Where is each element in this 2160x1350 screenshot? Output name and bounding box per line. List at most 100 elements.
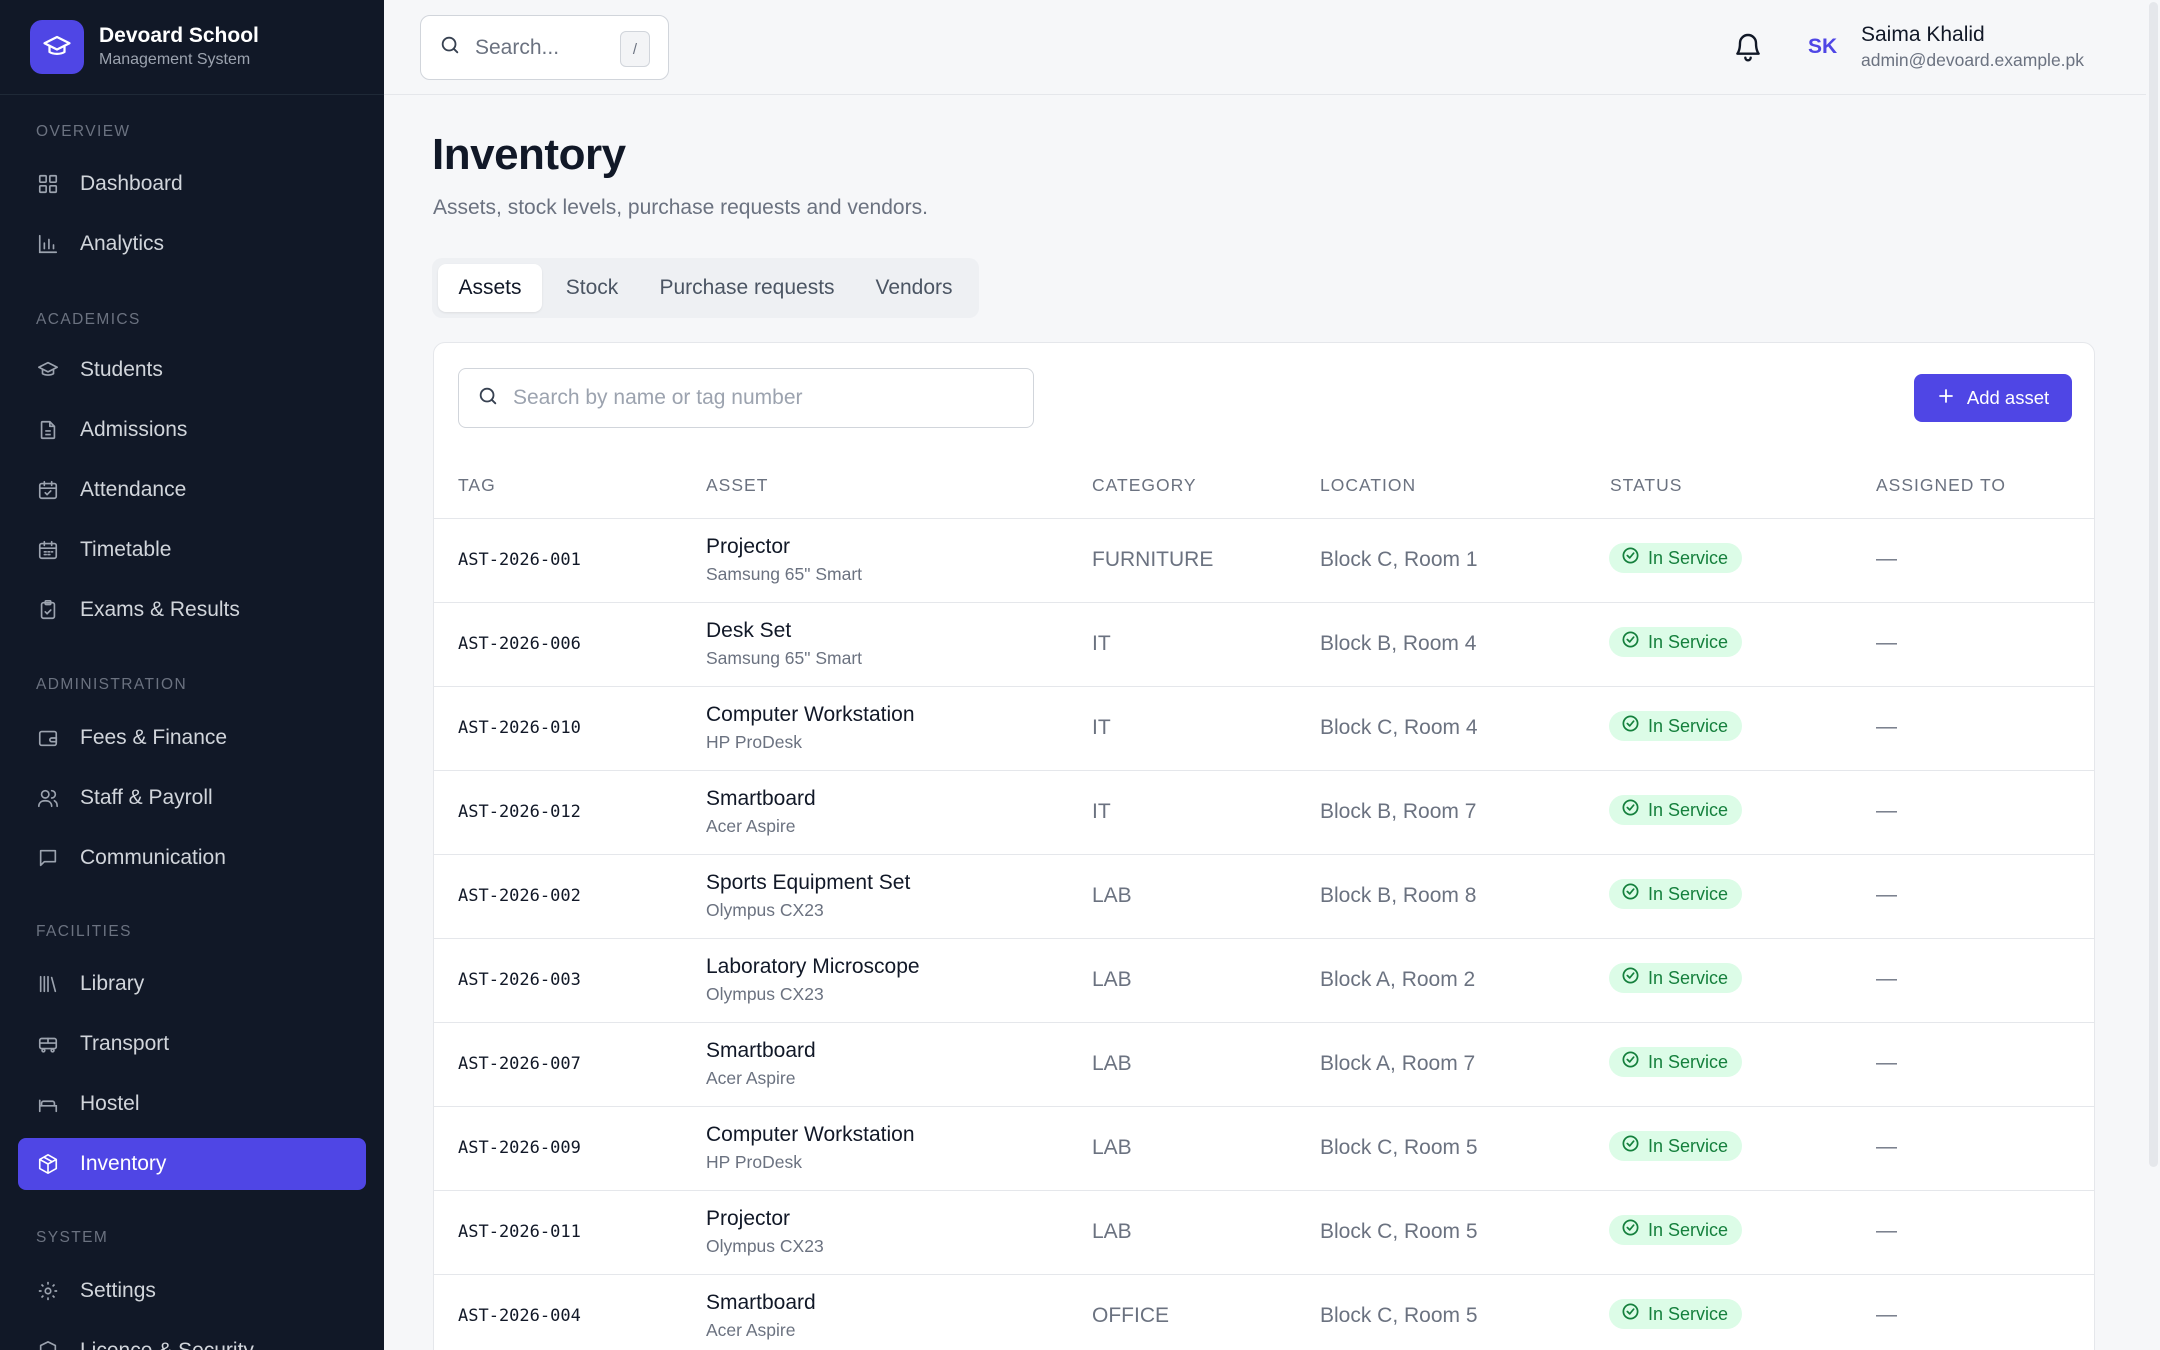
global-search-placeholder: Search... xyxy=(475,35,560,59)
status-label: In Service xyxy=(1648,1051,1729,1072)
sidebar-item-inventory[interactable]: Inventory xyxy=(18,1138,366,1190)
status-badge: In Service xyxy=(1609,543,1743,573)
column-header-assigned-to[interactable]: ASSIGNED TO xyxy=(1876,475,2006,496)
search-icon xyxy=(439,34,461,61)
table-row[interactable]: AST-2026-001 Projector Samsung 65" Smart FU… xyxy=(434,519,2094,603)
table-row[interactable]: AST-2026-002 Sports Equipment Set Olympus … xyxy=(434,855,2094,939)
column-header-location[interactable]: LOCATION xyxy=(1320,475,1416,496)
topbar: Search... / SK Saima Khalid admin@devoar… xyxy=(384,0,2160,95)
table-row[interactable]: AST-2026-006 Desk Set Samsung 65" Smart IT B… xyxy=(434,603,2094,687)
sidebar-item-students[interactable]: Students xyxy=(18,344,366,396)
table-row[interactable]: AST-2026-004 Smartboard Acer Aspire OFFICE B… xyxy=(434,1275,2094,1350)
assigned-to: — xyxy=(1876,1135,1897,1158)
assigned-to: — xyxy=(1876,547,1897,570)
sidebar-item-label: Staff & Payroll xyxy=(80,786,213,809)
tab-purchase-requests[interactable]: Purchase requests xyxy=(642,264,852,312)
sidebar-item-library[interactable]: Library xyxy=(18,958,366,1010)
status-badge: In Service xyxy=(1609,711,1743,741)
asset-location: Block B, Room 7 xyxy=(1320,800,1477,823)
sidebar-item-analytics[interactable]: Analytics xyxy=(18,218,366,270)
asset-location: Block C, Room 5 xyxy=(1320,1304,1478,1327)
sidebar-item-communication[interactable]: Communication xyxy=(18,832,366,884)
asset-model: Acer Aspire xyxy=(706,816,796,836)
check-circle-icon xyxy=(1621,546,1648,570)
global-search-input[interactable]: Search... / xyxy=(420,15,669,80)
column-header-status[interactable]: STATUS xyxy=(1610,475,1682,496)
asset-location: Block A, Room 7 xyxy=(1320,1052,1476,1075)
user-email: admin@devoard.example.pk xyxy=(1861,50,2085,70)
sidebar-item-admissions[interactable]: Admissions xyxy=(18,404,366,456)
asset-category: IT xyxy=(1092,632,1111,655)
column-header-tag[interactable]: TAG xyxy=(458,475,496,496)
asset-location: Block C, Room 5 xyxy=(1320,1220,1478,1243)
sidebar-item-hostel[interactable]: Hostel xyxy=(18,1078,366,1130)
asset-name[interactable]: Sports Equipment Set xyxy=(706,871,910,895)
bus-icon xyxy=(36,1032,60,1056)
graduation-cap-logo-icon xyxy=(30,20,84,74)
tab-stock[interactable]: Stock xyxy=(544,264,640,312)
asset-tag: AST-2026-003 xyxy=(458,970,581,990)
asset-category: LAB xyxy=(1092,1052,1132,1075)
brand: Devoard School Management System xyxy=(0,0,384,95)
tab-vendors[interactable]: Vendors xyxy=(854,264,974,312)
sidebar-item-fees-finance[interactable]: Fees & Finance xyxy=(18,712,366,764)
asset-tag: AST-2026-006 xyxy=(458,634,581,654)
status-label: In Service xyxy=(1648,631,1729,652)
scrollbar-thumb[interactable] xyxy=(2149,2,2158,1167)
sidebar-item-transport[interactable]: Transport xyxy=(18,1018,366,1070)
asset-category: LAB xyxy=(1092,1220,1132,1243)
sidebar-item-label: Analytics xyxy=(80,232,165,255)
asset-name[interactable]: Computer Workstation xyxy=(706,703,915,727)
bar-chart-icon xyxy=(36,232,60,256)
table-row[interactable]: AST-2026-007 Smartboard Acer Aspire LAB Bloc… xyxy=(434,1023,2094,1107)
page-title: Inventory xyxy=(432,130,626,179)
status-badge: In Service xyxy=(1609,795,1743,825)
table-row[interactable]: AST-2026-011 Projector Olympus CX23 LAB Bloc… xyxy=(434,1191,2094,1275)
assets-card: Search by name or tag number Add asset T… xyxy=(433,342,2095,1350)
asset-name[interactable]: Projector xyxy=(706,1207,790,1231)
asset-name[interactable]: Computer Workstation xyxy=(706,1123,915,1147)
grid-icon xyxy=(36,172,60,196)
page-subtitle: Assets, stock levels, purchase requests … xyxy=(433,196,928,219)
asset-name[interactable]: Laboratory Microscope xyxy=(706,955,920,979)
table-row[interactable]: AST-2026-012 Smartboard Acer Aspire IT Block… xyxy=(434,771,2094,855)
sidebar-item-timetable[interactable]: Timetable xyxy=(18,524,366,576)
sidebar-item-attendance[interactable]: Attendance xyxy=(18,464,366,516)
library-icon xyxy=(36,972,60,996)
sidebar-item-exams-results[interactable]: Exams & Results xyxy=(18,584,366,636)
sidebar-item-label: Timetable xyxy=(80,538,172,561)
asset-model: Olympus CX23 xyxy=(706,984,824,1004)
tab-bar: Assets Stock Purchase requests Vendors xyxy=(432,258,979,318)
bell-icon[interactable] xyxy=(1732,30,1764,69)
status-badge: In Service xyxy=(1609,1047,1743,1077)
gear-icon xyxy=(36,1279,60,1303)
asset-location: Block B, Room 8 xyxy=(1320,884,1477,907)
asset-name[interactable]: Desk Set xyxy=(706,619,791,643)
asset-category: LAB xyxy=(1092,1136,1132,1159)
asset-name[interactable]: Smartboard xyxy=(706,787,816,811)
avatar[interactable]: SK xyxy=(1808,35,1837,59)
table-row[interactable]: AST-2026-009 Computer Workstation HP ProDe… xyxy=(434,1107,2094,1191)
column-header-category[interactable]: CATEGORY xyxy=(1092,475,1197,496)
table-row[interactable]: AST-2026-003 Laboratory Microscope Olympus… xyxy=(434,939,2094,1023)
column-header-asset[interactable]: ASSET xyxy=(706,475,768,496)
asset-model: Samsung 65" Smart xyxy=(706,648,863,668)
table-row[interactable]: AST-2026-010 Computer Workstation HP ProDe… xyxy=(434,687,2094,771)
graduation-cap-icon xyxy=(36,358,60,382)
asset-name[interactable]: Smartboard xyxy=(706,1039,816,1063)
asset-name[interactable]: Smartboard xyxy=(706,1291,816,1315)
sidebar-item-licence-security[interactable]: Licence & Security xyxy=(18,1325,366,1350)
check-circle-icon xyxy=(1621,1302,1648,1326)
asset-category: FURNITURE xyxy=(1092,548,1214,571)
add-asset-button[interactable]: Add asset xyxy=(1914,374,2072,422)
sidebar: Devoard School Management System OVERVIE… xyxy=(0,0,384,1350)
asset-tag: AST-2026-012 xyxy=(458,802,581,822)
sidebar-item-settings[interactable]: Settings xyxy=(18,1265,366,1317)
sidebar-item-staff-payroll[interactable]: Staff & Payroll xyxy=(18,772,366,824)
asset-name[interactable]: Projector xyxy=(706,535,790,559)
tab-assets[interactable]: Assets xyxy=(438,264,542,312)
asset-category: IT xyxy=(1092,800,1111,823)
asset-tag: AST-2026-007 xyxy=(458,1054,581,1074)
asset-search-input[interactable]: Search by name or tag number xyxy=(458,368,1034,428)
sidebar-item-dashboard[interactable]: Dashboard xyxy=(18,158,366,210)
